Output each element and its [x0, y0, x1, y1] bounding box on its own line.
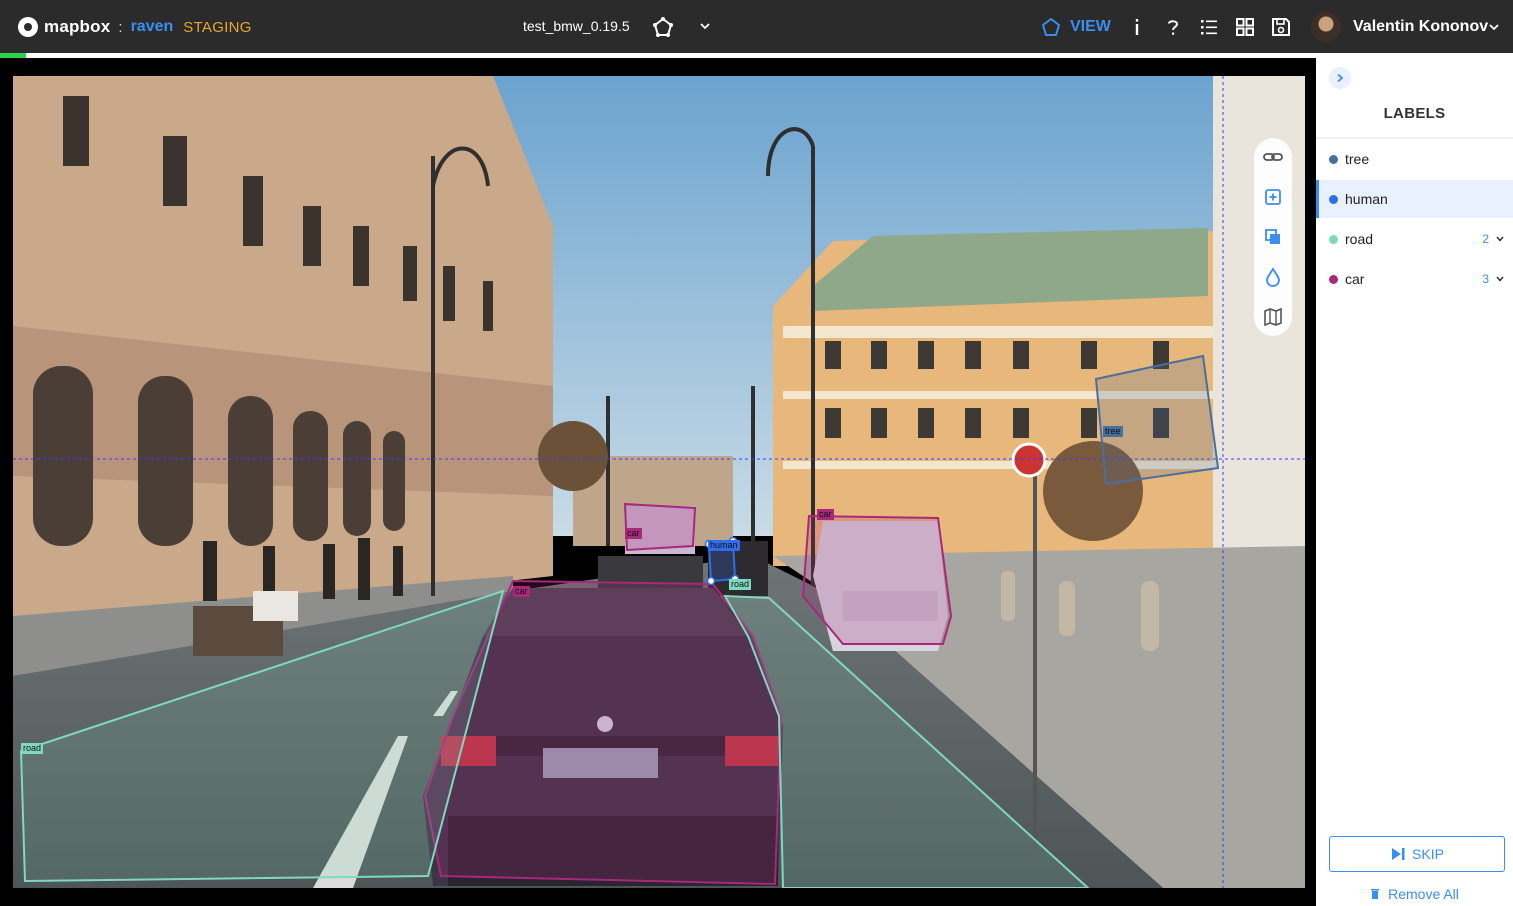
info-icon[interactable] — [1125, 15, 1149, 39]
skip-icon — [1392, 848, 1405, 860]
annotation-overlay[interactable] — [13, 76, 1305, 888]
label-name: car — [1345, 271, 1365, 287]
brand[interactable]: mapbox : raven STAGING — [18, 15, 252, 39]
annotation-car[interactable] — [801, 514, 953, 645]
view-button[interactable]: VIEW — [1040, 15, 1111, 39]
save-icon[interactable] — [1269, 15, 1293, 39]
labels-sidebar: LABELS tree human road 2 car 3 SKIP Remo… — [1316, 53, 1513, 906]
polygon-tool-icon[interactable] — [652, 16, 674, 38]
label-name: tree — [1345, 151, 1370, 167]
labels-title: LABELS — [1383, 105, 1446, 122]
annotation-tag-human: human — [708, 540, 740, 551]
label-color-dot — [1329, 274, 1338, 284]
top-bar: mapbox : raven STAGING test_bmw_0.19.5 V… — [0, 0, 1513, 53]
label-color-dot — [1329, 154, 1338, 164]
add-shape-icon[interactable] — [1262, 186, 1284, 208]
label-row-tree[interactable]: tree — [1316, 140, 1513, 178]
brand-name: mapbox — [44, 17, 111, 36]
label-name: road — [1345, 231, 1374, 247]
trash-icon — [1371, 889, 1380, 899]
avatar[interactable] — [1311, 12, 1341, 42]
grid-icon[interactable] — [1233, 15, 1257, 39]
annotation-road[interactable] — [19, 589, 505, 883]
label-name: human — [1345, 191, 1388, 207]
remove-all-label: Remove All — [1388, 886, 1459, 902]
label-count: 3 — [1482, 272, 1489, 286]
brand-separator: : — [118, 18, 123, 36]
view-label: VIEW — [1070, 18, 1111, 35]
label-count: 2 — [1482, 232, 1489, 246]
annotation-tag-car: car — [625, 528, 642, 539]
label-row-car[interactable]: car 3 — [1316, 260, 1513, 298]
annotation-tag-car: car — [513, 586, 530, 597]
link-icon[interactable] — [1262, 146, 1284, 168]
chevron-down-icon[interactable] — [1495, 234, 1505, 244]
annotation-car[interactable] — [623, 502, 697, 552]
drop-icon[interactable] — [1262, 266, 1284, 288]
mapbox-logo-icon — [18, 17, 38, 37]
app-name: raven — [130, 18, 174, 35]
tool-strip — [1254, 138, 1292, 336]
project-chevron-down-icon[interactable] — [698, 18, 712, 34]
view-polygon-icon — [1042, 18, 1060, 36]
annotation-tag-road: road — [729, 579, 752, 590]
label-color-dot — [1329, 194, 1338, 204]
label-row-road[interactable]: road 2 — [1316, 220, 1513, 258]
label-color-dot — [1329, 234, 1338, 244]
label-row-human[interactable]: human — [1316, 180, 1513, 218]
user-chevron-down-icon[interactable] — [1487, 20, 1501, 34]
annotation-tree[interactable] — [1094, 354, 1220, 486]
environment-badge: STAGING — [183, 18, 252, 36]
user-name[interactable]: Valentin Kononov — [1353, 18, 1488, 36]
vertex-handle[interactable] — [706, 576, 716, 586]
labels-divider — [1316, 137, 1513, 139]
collapse-sidebar-button[interactable] — [1329, 67, 1351, 89]
project-name: test_bmw_0.19.5 — [523, 18, 630, 34]
annotation-tag-car: car — [817, 509, 834, 520]
annotation-canvas[interactable]: car car car human road road tree — [0, 58, 1316, 906]
street-scene-image[interactable]: car car car human road road tree — [13, 76, 1305, 888]
help-icon[interactable] — [1161, 15, 1185, 39]
duplicate-icon[interactable] — [1262, 226, 1284, 248]
chevron-right-icon — [1337, 73, 1344, 83]
annotation-tag-road: road — [21, 743, 44, 754]
skip-button[interactable]: SKIP — [1329, 836, 1505, 872]
chevron-down-icon[interactable] — [1495, 274, 1505, 284]
skip-label: SKIP — [1412, 846, 1444, 862]
map-icon[interactable] — [1262, 306, 1284, 328]
list-icon[interactable] — [1197, 15, 1221, 39]
annotation-tag-tree: tree — [1103, 426, 1123, 437]
remove-all-button[interactable]: Remove All — [1316, 885, 1513, 903]
